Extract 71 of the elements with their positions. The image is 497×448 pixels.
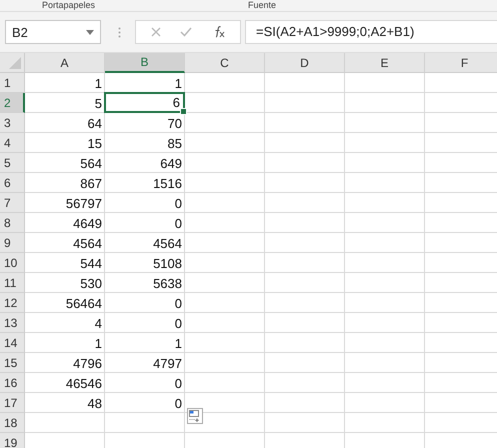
table-cell[interactable]: 0 <box>105 213 185 233</box>
table-cell[interactable]: 867 <box>25 173 105 193</box>
row-header[interactable]: 3 <box>0 113 25 133</box>
table-cell[interactable]: 4 <box>25 313 105 333</box>
row-header[interactable]: 11 <box>0 273 25 293</box>
table-cell[interactable]: 48 <box>25 393 105 413</box>
table-cell[interactable]: 15 <box>25 133 105 153</box>
table-cell[interactable]: 1 <box>105 333 185 353</box>
table-cell[interactable]: 5108 <box>105 253 185 273</box>
table-cell[interactable]: 4649 <box>25 213 105 233</box>
table-cell[interactable]: 0 <box>105 313 185 333</box>
active-cell[interactable]: 6 <box>104 92 185 113</box>
table-cell[interactable]: 5638 <box>105 273 185 293</box>
column-header[interactable]: D <box>265 53 345 73</box>
row-header[interactable]: 15 <box>0 353 25 373</box>
table-cell[interactable]: 4564 <box>25 233 105 253</box>
column-header[interactable]: F <box>425 53 497 73</box>
drag-handle-icon[interactable] <box>118 26 121 38</box>
table-cell[interactable]: 85 <box>105 133 185 153</box>
dropdown-icon <box>86 30 94 34</box>
row-header[interactable]: 18 <box>0 413 25 433</box>
row-header[interactable]: 1 <box>0 73 25 93</box>
table-cell[interactable]: 70 <box>105 113 185 133</box>
name-box[interactable]: B2 <box>5 20 101 44</box>
row-header[interactable]: 13 <box>0 313 25 333</box>
row-header[interactable]: 12 <box>0 293 25 313</box>
table-cell[interactable]: 1 <box>25 333 105 353</box>
table-cell[interactable]: 564 <box>25 153 105 173</box>
row-header[interactable]: 14 <box>0 333 25 353</box>
table-cell[interactable]: 56464 <box>25 293 105 313</box>
cancel-icon[interactable] <box>151 27 162 37</box>
column-header[interactable]: E <box>345 53 425 73</box>
table-cell[interactable]: 1516 <box>105 173 185 193</box>
column-header[interactable]: B <box>105 53 185 73</box>
row-header[interactable]: 6 <box>0 173 25 193</box>
formula-field[interactable]: =SI(A2+A1>9999;0;A2+B1) <box>245 20 497 44</box>
column-header[interactable]: C <box>185 53 265 73</box>
ribbon-group-label: Fuente <box>248 0 276 11</box>
table-cell[interactable]: 5 <box>25 93 105 113</box>
table-cell[interactable]: 1 <box>25 73 105 93</box>
table-cell[interactable]: 46546 <box>25 373 105 393</box>
row-header[interactable]: 19 <box>0 433 25 448</box>
table-cell[interactable]: 1 <box>105 73 185 93</box>
table-cell[interactable]: 0 <box>105 293 185 313</box>
row-header[interactable]: 8 <box>0 213 25 233</box>
row-header[interactable]: 10 <box>0 253 25 273</box>
row-header[interactable]: 16 <box>0 373 25 393</box>
table-cell[interactable]: 649 <box>105 153 185 173</box>
quick-analysis-button[interactable] <box>187 408 203 424</box>
select-all-corner[interactable] <box>0 53 25 73</box>
triangle-icon <box>9 57 21 69</box>
table-cell[interactable]: 544 <box>25 253 105 273</box>
table-cell[interactable]: 4796 <box>25 353 105 373</box>
table-cell[interactable]: 4564 <box>105 233 185 253</box>
column-header[interactable]: A <box>25 53 105 73</box>
row-header[interactable]: 2 <box>0 93 25 113</box>
row-header[interactable]: 4 <box>0 133 25 153</box>
checkmark-icon[interactable] <box>180 27 192 37</box>
row-header[interactable]: 5 <box>0 153 25 173</box>
table-cell[interactable]: 0 <box>105 193 185 213</box>
table-cell[interactable]: 64 <box>25 113 105 133</box>
fill-handle[interactable] <box>180 108 187 115</box>
row-header[interactable]: 9 <box>0 233 25 253</box>
table-cell[interactable]: 4797 <box>105 353 185 373</box>
table-cell[interactable]: 0 <box>105 373 185 393</box>
table-cell[interactable]: 0 <box>105 393 185 413</box>
row-header[interactable]: 17 <box>0 393 25 413</box>
ribbon-group-label: Portapapeles <box>42 0 96 11</box>
table-cell[interactable]: 56797 <box>25 193 105 213</box>
row-header[interactable]: 7 <box>0 193 25 213</box>
table-cell[interactable]: 530 <box>25 273 105 293</box>
